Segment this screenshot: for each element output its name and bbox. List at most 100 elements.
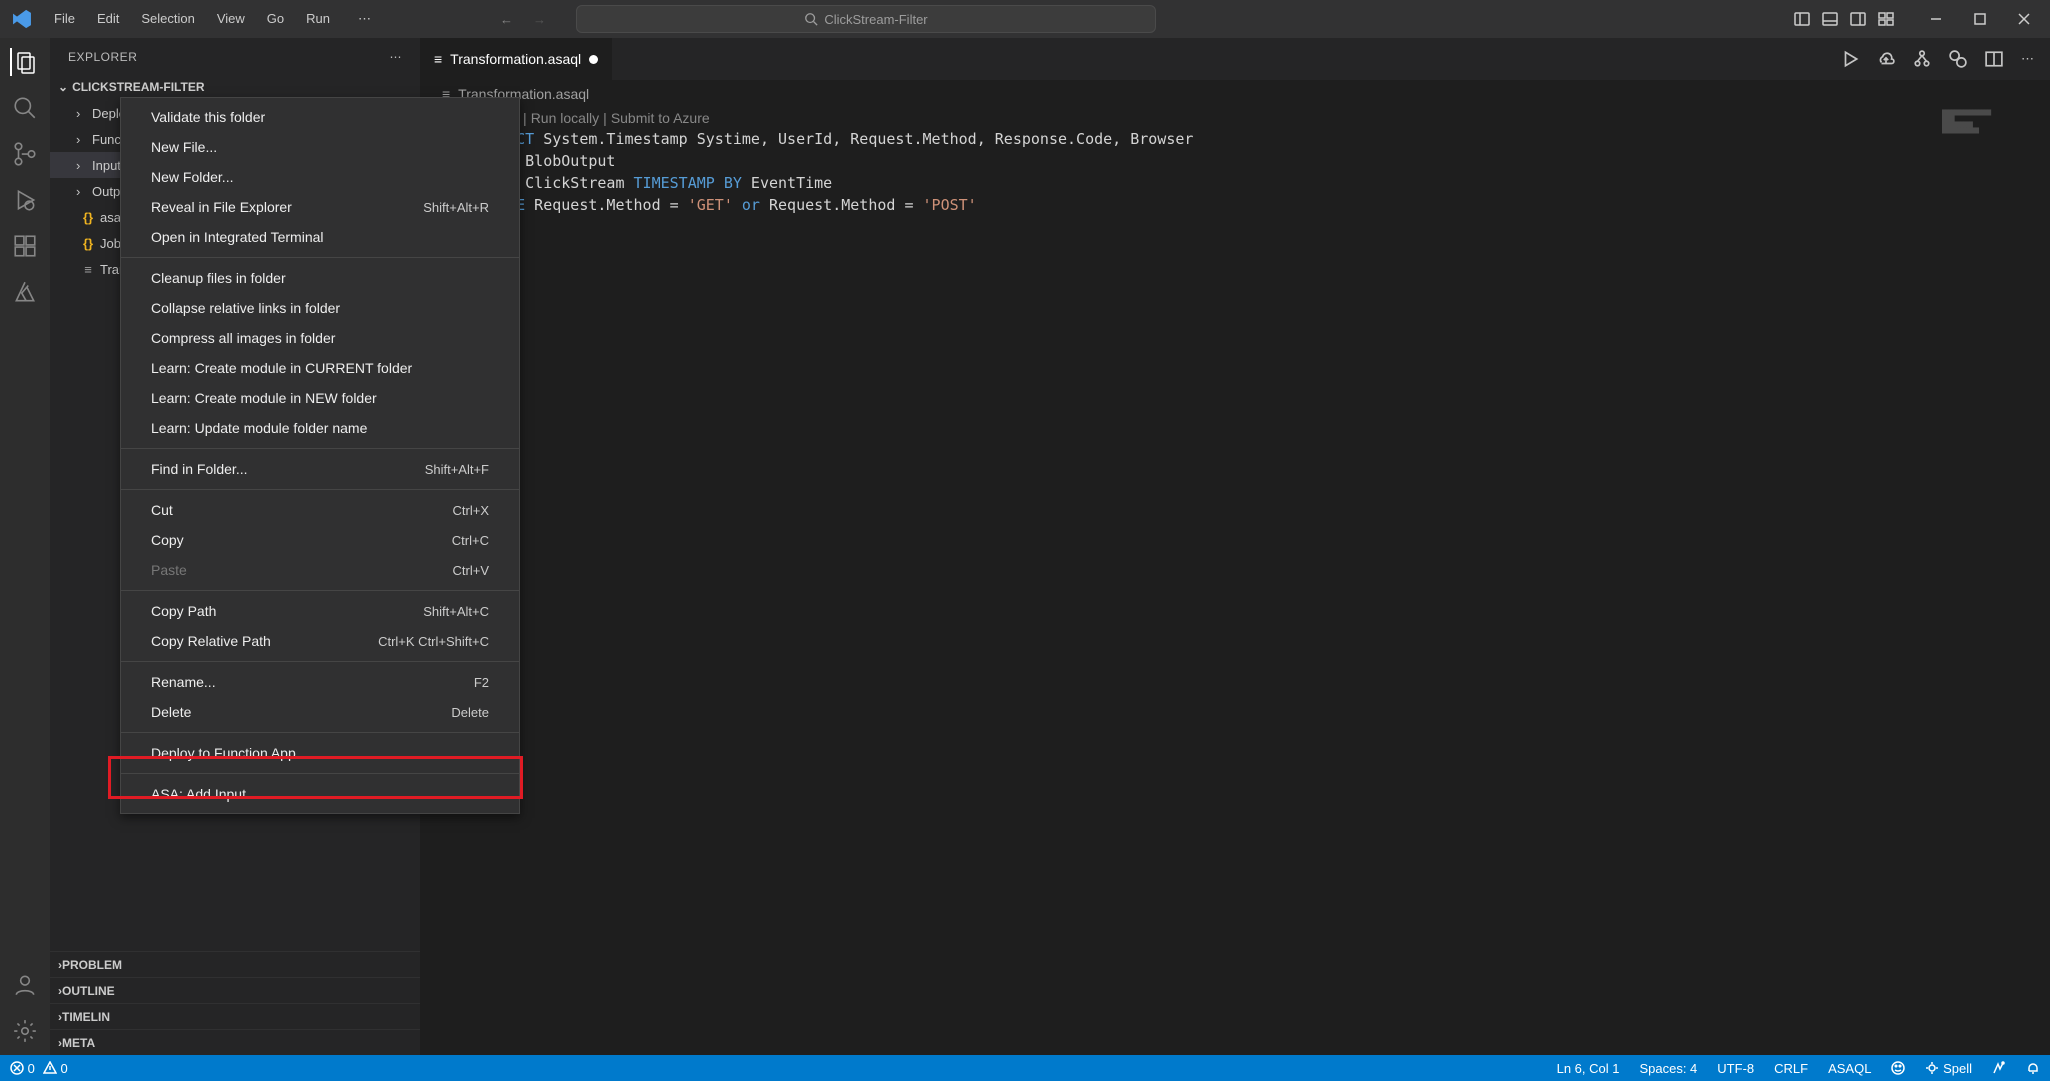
context-menu-item[interactable]: DeleteDelete: [121, 697, 519, 727]
toggle-panel-icon[interactable]: [1822, 11, 1838, 27]
activity-explorer-icon[interactable]: [10, 48, 38, 76]
context-menu-item[interactable]: Validate this folder: [121, 102, 519, 132]
dirty-indicator-icon: [589, 55, 598, 64]
context-menu-item[interactable]: CopyCtrl+C: [121, 525, 519, 555]
activity-settings-icon[interactable]: [11, 1017, 39, 1045]
editor-more-icon[interactable]: ⋯: [2021, 51, 2034, 67]
activity-run-debug-icon[interactable]: [11, 186, 39, 214]
nav-back-icon[interactable]: ←: [500, 12, 513, 27]
context-menu-item: PasteCtrl+V: [121, 555, 519, 585]
compare-icon[interactable]: [1949, 50, 1967, 68]
window-maximize-icon[interactable]: [1972, 11, 1988, 27]
explorer-title: EXPLORER: [68, 50, 137, 64]
menu-overflow[interactable]: ⋯: [350, 7, 380, 31]
context-menu-item[interactable]: Collapse relative links in folder: [121, 293, 519, 323]
context-menu-item[interactable]: ASA: Add Input: [121, 779, 519, 809]
breadcrumb[interactable]: ≡ Transformation.asaql: [420, 80, 2050, 108]
context-menu-shortcut: F2: [474, 675, 489, 690]
status-eol[interactable]: CRLF: [1774, 1061, 1808, 1076]
context-menu-label: Reveal in File Explorer: [151, 199, 292, 215]
context-menu-label: New File...: [151, 139, 217, 155]
codelens-run-locally[interactable]: Run locally: [531, 110, 599, 126]
codelens-submit-azure[interactable]: Submit to Azure: [611, 110, 710, 126]
context-menu-item[interactable]: Learn: Update module folder name: [121, 413, 519, 443]
sidebar-section-metadata[interactable]: › META: [50, 1029, 420, 1055]
context-menu-item[interactable]: Learn: Create module in CURRENT folder: [121, 353, 519, 383]
menu-edit[interactable]: Edit: [87, 7, 129, 31]
context-menu-label: Copy Path: [151, 603, 216, 619]
menu-view[interactable]: View: [207, 7, 255, 31]
context-menu-item[interactable]: Rename... F2: [121, 667, 519, 697]
activity-accounts-icon[interactable]: [11, 971, 39, 999]
context-menu-item[interactable]: Learn: Create module in NEW folder: [121, 383, 519, 413]
customize-layout-icon[interactable]: [1878, 11, 1894, 27]
run-icon[interactable]: [1841, 50, 1859, 68]
activity-extensions-icon[interactable]: [11, 232, 39, 260]
chevron-right-icon: ›: [76, 158, 88, 173]
status-spaces[interactable]: Spaces: 4: [1639, 1061, 1697, 1076]
context-menu-label: ASA: Add Input: [151, 786, 246, 802]
status-bell-icon[interactable]: [2026, 1061, 2040, 1076]
context-menu-shortcut: Ctrl+K Ctrl+Shift+C: [378, 634, 489, 649]
code-lens: Simulate job|Run locally|Submit to Azure: [420, 108, 2050, 128]
job-diagram-icon[interactable]: [1913, 50, 1931, 68]
context-menu-label: Open in Integrated Terminal: [151, 229, 324, 245]
context-menu-item[interactable]: New Folder...: [121, 162, 519, 192]
context-menu-separator: [121, 661, 519, 662]
window-close-icon[interactable]: [2016, 11, 2032, 27]
context-menu-item[interactable]: Deploy to Function App...: [121, 738, 519, 768]
menu-selection[interactable]: Selection: [131, 7, 204, 31]
context-menu-item[interactable]: Copy Relative Path Ctrl+K Ctrl+Shift+C: [121, 626, 519, 656]
menu-file[interactable]: File: [44, 7, 85, 31]
window-minimize-icon[interactable]: [1928, 11, 1944, 27]
activity-azure-icon[interactable]: [11, 278, 39, 306]
status-warnings[interactable]: 0: [43, 1061, 68, 1076]
context-menu-item[interactable]: Open in Integrated Terminal: [121, 222, 519, 252]
context-menu-label: Paste: [151, 562, 187, 578]
context-menu-item[interactable]: Reveal in File ExplorerShift+Alt+R: [121, 192, 519, 222]
context-menu-item[interactable]: CutCtrl+X: [121, 495, 519, 525]
context-menu-item[interactable]: New File...: [121, 132, 519, 162]
split-editor-icon[interactable]: [1985, 50, 2003, 68]
context-menu-separator: [121, 773, 519, 774]
status-errors[interactable]: 0: [10, 1061, 35, 1076]
activity-source-control-icon[interactable]: [11, 140, 39, 168]
sidebar-section-outline[interactable]: › OUTLINE: [50, 977, 420, 1003]
context-menu-shortcut: Ctrl+C: [452, 533, 489, 548]
activity-search-icon[interactable]: [11, 94, 39, 122]
context-menu-item[interactable]: Compress all images in folder: [121, 323, 519, 353]
context-menu-separator: [121, 448, 519, 449]
code-editor[interactable]: 1 2 3 4 5 SELECT System.Timestamp Systim…: [420, 128, 2050, 1055]
context-menu-item[interactable]: Cleanup files in folder: [121, 263, 519, 293]
explorer-more-icon[interactable]: ⋯: [390, 50, 403, 64]
status-language[interactable]: ASAQL: [1828, 1061, 1871, 1076]
status-encoding[interactable]: UTF-8: [1717, 1061, 1754, 1076]
sidebar-section-timeline[interactable]: › TIMELIN: [50, 1003, 420, 1029]
toggle-secondary-sidebar-icon[interactable]: [1850, 11, 1866, 27]
status-prettier-icon[interactable]: [1992, 1061, 2006, 1076]
menu-go[interactable]: Go: [257, 7, 294, 31]
menu-run[interactable]: Run: [296, 7, 340, 31]
context-menu-label: Validate this folder: [151, 109, 265, 125]
minimap[interactable]: ████████████████████████████████████████…: [1942, 110, 2032, 120]
context-menu-shortcut: Ctrl+X: [453, 503, 489, 518]
context-menu-label: Copy Relative Path: [151, 633, 271, 649]
context-menu-label: Deploy to Function App...: [151, 745, 307, 761]
status-spell[interactable]: Spell: [1925, 1061, 1972, 1076]
context-menu-label: Rename...: [151, 674, 216, 690]
sidebar-section-problems[interactable]: › PROBLEM: [50, 951, 420, 977]
code-content[interactable]: SELECT System.Timestamp Systime, UserId,…: [480, 128, 1193, 1055]
context-menu-separator: [121, 257, 519, 258]
nav-forward-icon[interactable]: →: [533, 12, 546, 27]
context-menu-item[interactable]: Find in Folder...Shift+Alt+F: [121, 454, 519, 484]
status-cursor[interactable]: Ln 6, Col 1: [1557, 1061, 1620, 1076]
status-feedback-icon[interactable]: [1891, 1061, 1905, 1076]
context-menu-label: Learn: Create module in CURRENT folder: [151, 360, 412, 376]
cloud-upload-icon[interactable]: [1877, 50, 1895, 68]
context-menu-item[interactable]: Copy PathShift+Alt+C: [121, 596, 519, 626]
project-header[interactable]: ⌄ CLICKSTREAM-FILTER: [50, 76, 420, 98]
command-center[interactable]: ClickStream-Filter: [576, 5, 1156, 33]
toggle-primary-sidebar-icon[interactable]: [1794, 11, 1810, 27]
editor-tab-active[interactable]: ≡ Transformation.asaql: [420, 38, 613, 80]
chevron-right-icon: ›: [76, 132, 88, 147]
